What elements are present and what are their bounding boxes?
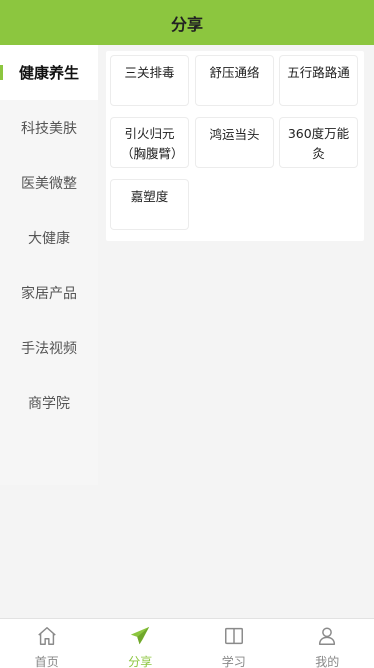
subcategory-label: 鸿运当头 [209, 127, 260, 142]
bottom-tab-bar: 首页 分享 学习 我的 [0, 618, 374, 668]
sidebar-item-label: 大健康 [28, 230, 70, 247]
sidebar-item-label: 科技美肤 [21, 120, 77, 137]
sidebar-item-label: 商学院 [28, 395, 70, 412]
tab-label: 学习 [221, 655, 246, 668]
subcategory-card[interactable]: 五行路路通 [279, 55, 358, 106]
sidebar-item-label: 健康养生 [18, 64, 79, 82]
tab-share[interactable]: 分享 [94, 619, 188, 668]
paper-plane-icon [129, 625, 151, 651]
tab-label: 分享 [128, 655, 153, 668]
sidebar-item-label: 家居产品 [21, 285, 77, 302]
subcategory-label: 五行路路通 [287, 65, 350, 80]
page-title: 分享 [170, 14, 203, 34]
subcategory-card[interactable]: 鸿运当头 [195, 117, 274, 168]
sidebar-item-business-school[interactable]: 商学院 [0, 375, 98, 430]
category-sidebar: 健康养生 科技美肤 医美微整 大健康 家居产品 手法视频 商学院 [0, 45, 98, 485]
subcategory-card[interactable]: 引火归元（胸腹臂） [110, 117, 189, 168]
subcategory-label: 嘉塑度 [130, 189, 169, 204]
subcategory-grid: 三关排毒 舒压通络 五行路路通 引火归元（胸腹臂） 鸿运当头 360度万能灸 嘉… [106, 51, 364, 241]
sidebar-item-medical-beauty[interactable]: 医美微整 [0, 155, 98, 210]
subcategory-label: 三关排毒 [124, 65, 175, 80]
header-bar: 分享 [0, 0, 374, 45]
sidebar-item-label: 医美微整 [21, 175, 77, 192]
sidebar-item-big-health[interactable]: 大健康 [0, 210, 98, 265]
subcategory-card[interactable]: 嘉塑度 [110, 179, 189, 230]
subcategory-card[interactable]: 三关排毒 [110, 55, 189, 106]
sidebar-item-home-products[interactable]: 家居产品 [0, 265, 98, 320]
tab-label: 首页 [34, 655, 59, 668]
tab-mine[interactable]: 我的 [281, 619, 374, 668]
book-icon [223, 625, 245, 651]
home-icon [36, 625, 58, 651]
subcategory-label: 舒压通络 [209, 65, 260, 80]
sidebar-item-health[interactable]: 健康养生 [0, 45, 98, 100]
tab-learn[interactable]: 学习 [187, 619, 281, 668]
sidebar-item-label: 手法视频 [21, 340, 77, 357]
sidebar-item-technique-videos[interactable]: 手法视频 [0, 320, 98, 375]
subcategory-label: 360度万能灸 [287, 126, 350, 161]
sidebar-item-tech-skin[interactable]: 科技美肤 [0, 100, 98, 155]
tab-home[interactable]: 首页 [0, 619, 94, 668]
subcategory-card[interactable]: 360度万能灸 [279, 117, 358, 168]
subcategory-label: 引火归元（胸腹臂） [121, 126, 184, 161]
user-icon [316, 625, 338, 651]
subcategory-card[interactable]: 舒压通络 [195, 55, 274, 106]
tab-label: 我的 [315, 655, 340, 668]
